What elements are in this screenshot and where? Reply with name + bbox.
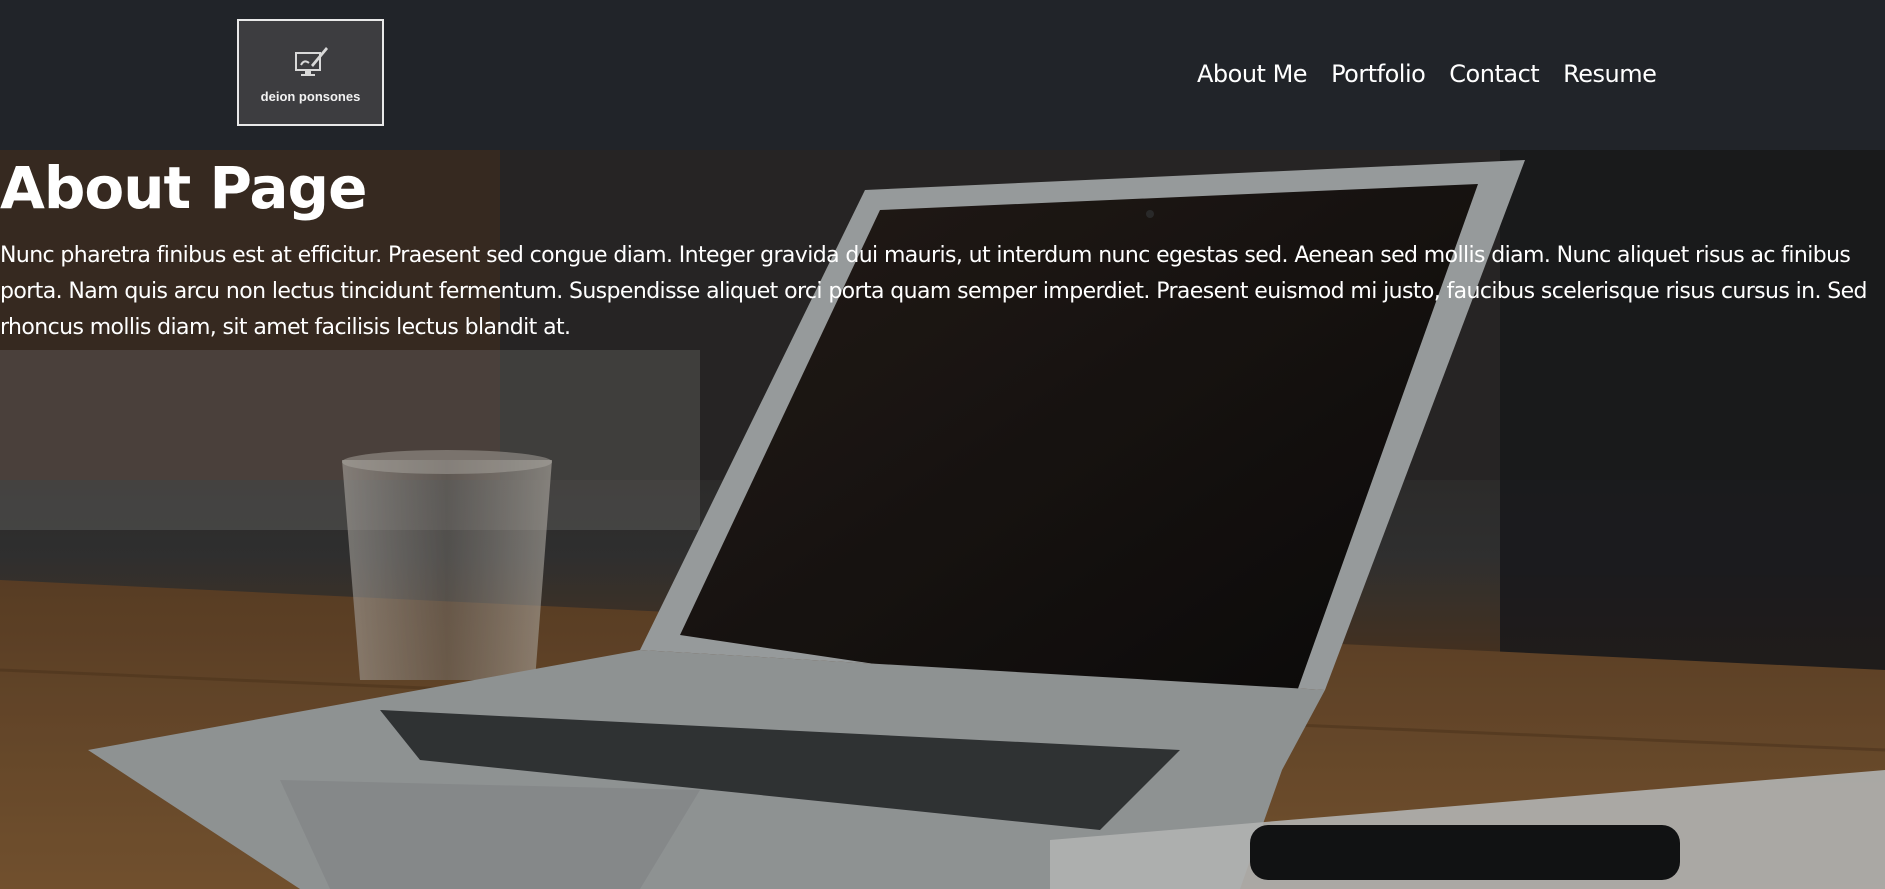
page-title: About Page <box>0 154 367 222</box>
nav-about-me[interactable]: About Me <box>1197 60 1308 88</box>
main-nav: About Me Portfolio Contact Resume <box>1197 60 1657 88</box>
nav-portfolio[interactable]: Portfolio <box>1331 60 1426 88</box>
logo-text: deion ponsones <box>260 89 361 104</box>
monitor-brush-icon <box>295 47 328 76</box>
navbar: deion ponsones About Me Portfolio Contac… <box>0 0 1885 150</box>
nav-contact[interactable]: Contact <box>1449 60 1539 88</box>
nav-resume[interactable]: Resume <box>1563 60 1657 88</box>
logo[interactable]: deion ponsones <box>237 19 384 126</box>
hero-section: About Page Nunc pharetra finibus est at … <box>0 150 1885 889</box>
about-paragraph: Nunc pharetra finibus est at efficitur. … <box>0 243 1868 340</box>
